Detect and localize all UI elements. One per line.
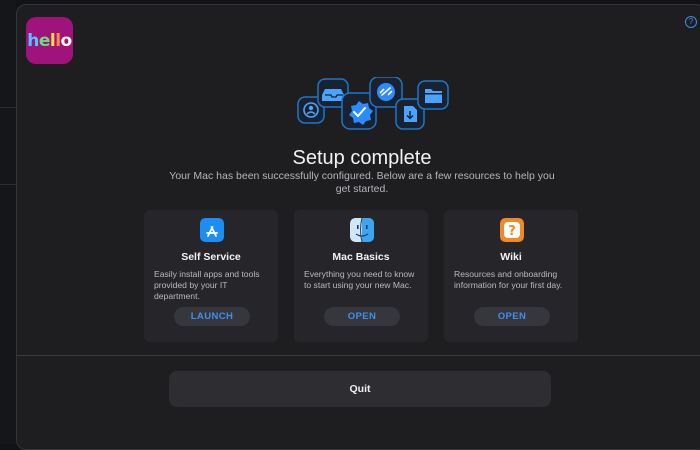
logo-letter: o — [60, 30, 73, 51]
background-app-strip — [0, 0, 16, 444]
finder-icon — [350, 218, 374, 242]
logo-letter: h — [27, 30, 39, 51]
hero-illustration — [297, 77, 449, 130]
open-wiki-button[interactable]: OPEN — [474, 307, 550, 326]
card-title: Self Service — [181, 251, 241, 263]
logo-letter: e — [38, 30, 51, 51]
resource-card-wiki: ? Wiki Resources and onboarding informat… — [444, 210, 578, 342]
resource-card-self-service: Self Service Easily install apps and too… — [144, 210, 278, 342]
background-divider — [0, 107, 16, 108]
card-description: Resources and onboarding information for… — [454, 269, 563, 290]
page-title: Setup complete — [292, 147, 432, 169]
help-icon[interactable]: ? — [685, 16, 697, 28]
card-description: Everything you need to know to start usi… — [304, 269, 415, 290]
card-title: Wiki — [500, 251, 522, 263]
footer-divider — [17, 355, 700, 356]
open-mac-basics-button[interactable]: OPEN — [324, 307, 400, 326]
quit-button[interactable]: Quit — [169, 371, 551, 407]
hello-logo: hello — [26, 17, 73, 64]
background-divider — [0, 184, 16, 185]
card-title: Mac Basics — [332, 251, 390, 263]
page-subtitle: Your Mac has been successfully configure… — [169, 170, 555, 195]
question-icon: ? — [500, 218, 524, 242]
folder-icon — [417, 80, 449, 110]
launch-self-service-button[interactable]: LAUNCH — [174, 307, 250, 326]
setup-window: hello ? Setup complete Your Mac has been… — [16, 4, 700, 450]
card-description: Easily install apps and tools provided b… — [154, 269, 260, 301]
svg-text:?: ? — [508, 224, 516, 239]
app-store-icon — [200, 218, 224, 242]
resource-card-mac-basics: Mac Basics Everything you need to know t… — [294, 210, 428, 342]
